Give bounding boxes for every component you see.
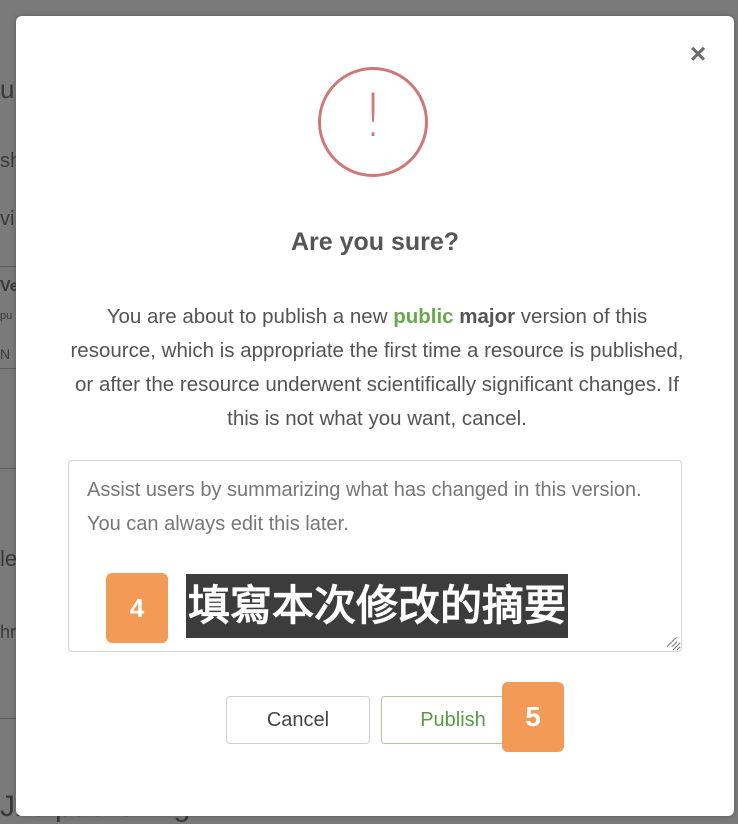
- exclamation-mark: !: [360, 81, 386, 151]
- background-text: le: [0, 546, 18, 571]
- step-4-badge: 4: [106, 573, 168, 643]
- major-highlight: major: [459, 305, 516, 328]
- exclamation-circle-icon: !: [318, 67, 428, 177]
- public-highlight: public: [393, 305, 454, 328]
- dialog-title: Are you sure?: [290, 228, 460, 256]
- step-5-badge: 5: [502, 682, 564, 752]
- confirm-publish-dialog: × ! Are you sure? You are about to publi…: [16, 16, 734, 816]
- background-text: vi: [0, 208, 15, 230]
- close-icon[interactable]: ×: [686, 40, 710, 68]
- background-text: u: [0, 74, 15, 104]
- step-4-annotation: 填寫本次修改的摘要: [186, 574, 569, 638]
- cancel-button[interactable]: Cancel: [226, 696, 370, 744]
- background-text: hr: [0, 622, 17, 642]
- resize-handle-icon[interactable]: [667, 637, 677, 647]
- background-text: pu: [0, 310, 13, 322]
- message-text: You are about to publish a new: [106, 305, 394, 328]
- background-text: N: [0, 346, 11, 362]
- dialog-message: You are about to publish a new public ma…: [68, 300, 686, 436]
